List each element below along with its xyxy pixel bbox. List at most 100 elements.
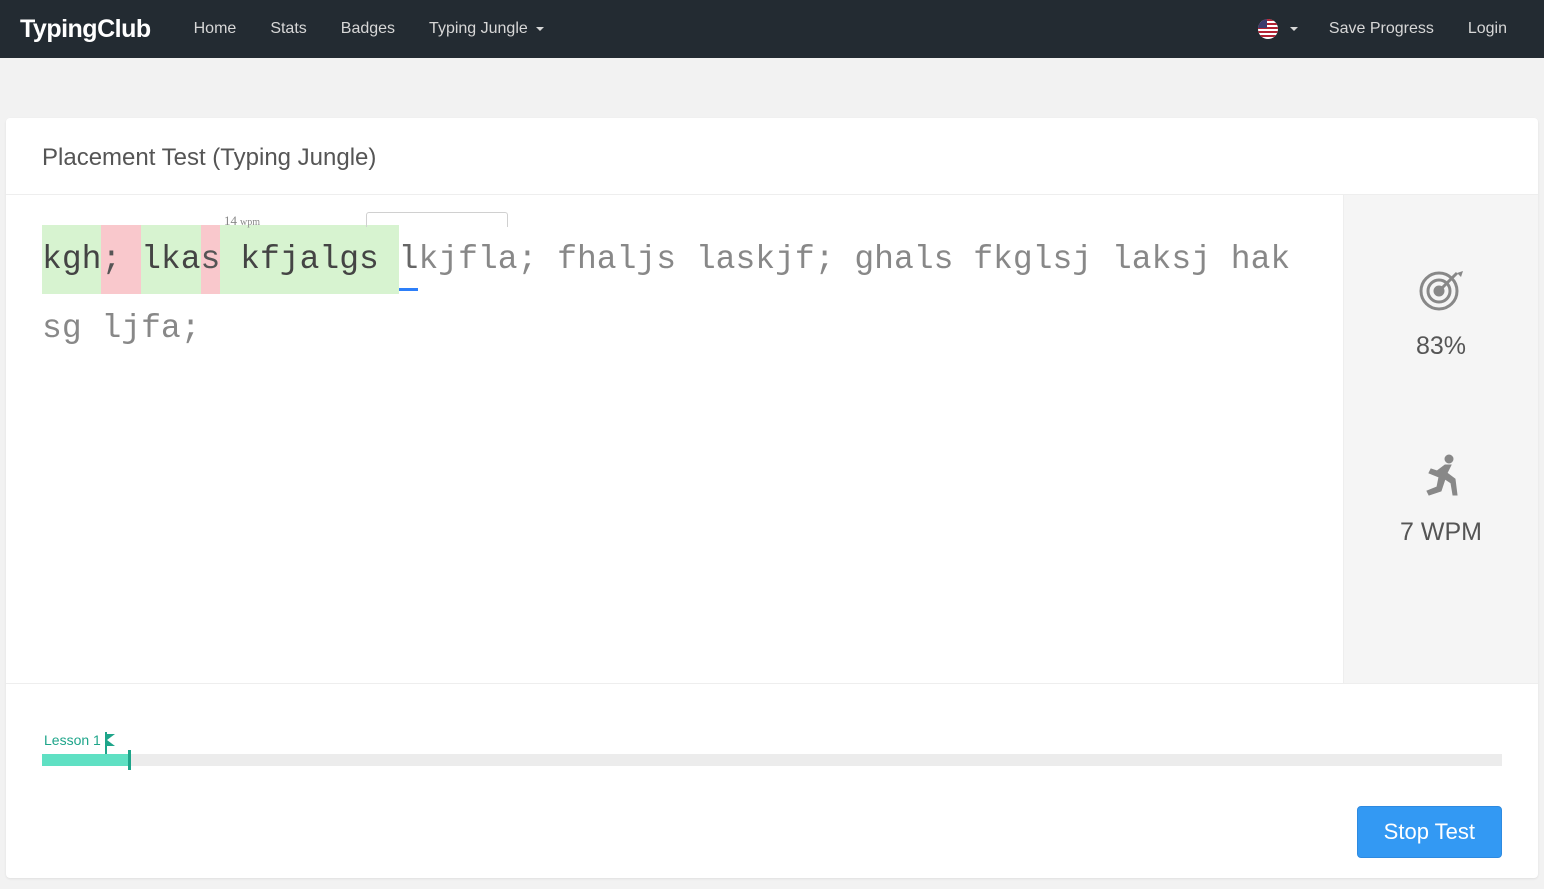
char: f bbox=[557, 225, 577, 294]
wpm-label: wpm bbox=[240, 212, 260, 233]
char: s bbox=[934, 225, 954, 294]
footer-actions: Stop Test bbox=[6, 776, 1538, 878]
char: l bbox=[914, 225, 934, 294]
accuracy-stat: 83% bbox=[1416, 265, 1466, 361]
char bbox=[1211, 225, 1231, 294]
page-title: Placement Test (Typing Jungle) bbox=[6, 118, 1538, 194]
char: g bbox=[854, 225, 874, 294]
char: j bbox=[1191, 225, 1211, 294]
char: j bbox=[121, 294, 141, 363]
progress-section: Lesson 1 bbox=[6, 684, 1538, 776]
char: s bbox=[42, 294, 62, 363]
char: ; bbox=[815, 225, 835, 294]
nav-stats[interactable]: Stats bbox=[253, 2, 323, 56]
char: k bbox=[240, 225, 260, 294]
card-body: 14 wpm kgh; lkas kfjalgs lkjfla; fhaljs … bbox=[6, 194, 1538, 684]
nav-typing-jungle-dropdown[interactable]: Typing Jungle bbox=[412, 2, 561, 56]
char bbox=[835, 225, 855, 294]
speed-value: 7 WPM bbox=[1400, 518, 1482, 547]
char: l bbox=[141, 225, 161, 294]
navbar: TypingClub Home Stats Badges Typing Jung… bbox=[0, 0, 1544, 58]
char: a bbox=[597, 225, 617, 294]
char: l bbox=[696, 225, 716, 294]
chevron-down-icon bbox=[1290, 27, 1298, 31]
char: a bbox=[161, 294, 181, 363]
char: a bbox=[498, 225, 518, 294]
char bbox=[537, 225, 557, 294]
language-selector[interactable] bbox=[1244, 1, 1312, 57]
char bbox=[220, 225, 240, 294]
char: f bbox=[973, 225, 993, 294]
char: s bbox=[656, 225, 676, 294]
cursor-char: l bbox=[399, 225, 419, 294]
progress-bar[interactable] bbox=[42, 754, 1502, 766]
char: k bbox=[418, 225, 438, 294]
char: a bbox=[1132, 225, 1152, 294]
char: j bbox=[438, 225, 458, 294]
char: ; bbox=[101, 225, 121, 294]
char: g bbox=[1013, 225, 1033, 294]
char: k bbox=[1270, 225, 1290, 294]
char: l bbox=[1112, 225, 1132, 294]
char bbox=[121, 225, 141, 294]
char: j bbox=[636, 225, 656, 294]
runner-icon bbox=[1417, 451, 1465, 504]
char: l bbox=[478, 225, 498, 294]
char bbox=[1092, 225, 1112, 294]
nav-home[interactable]: Home bbox=[177, 2, 254, 56]
char: j bbox=[280, 225, 300, 294]
char: l bbox=[617, 225, 637, 294]
char bbox=[676, 225, 696, 294]
char: k bbox=[755, 225, 775, 294]
speed-stat: 7 WPM bbox=[1400, 451, 1482, 547]
stop-test-button[interactable]: Stop Test bbox=[1357, 806, 1502, 858]
target-icon bbox=[1417, 265, 1465, 318]
char: l bbox=[101, 294, 121, 363]
nav-badges[interactable]: Badges bbox=[324, 2, 412, 56]
char: l bbox=[1033, 225, 1053, 294]
char: a bbox=[894, 225, 914, 294]
char: h bbox=[82, 225, 102, 294]
char bbox=[82, 294, 102, 363]
stats-sidebar: 83% 7 WPM bbox=[1343, 195, 1538, 684]
char: j bbox=[1072, 225, 1092, 294]
typing-area[interactable]: 14 wpm kgh; lkas kfjalgs lkjfla; fhaljs … bbox=[6, 195, 1343, 684]
accuracy-value: 83% bbox=[1416, 332, 1466, 361]
us-flag-icon bbox=[1258, 19, 1278, 39]
nav-right: Save Progress Login bbox=[1244, 1, 1524, 57]
char: a bbox=[716, 225, 736, 294]
chevron-down-icon bbox=[536, 27, 544, 31]
char: g bbox=[62, 225, 82, 294]
progress-fill bbox=[42, 754, 130, 766]
nav-save-progress[interactable]: Save Progress bbox=[1312, 2, 1451, 56]
char: g bbox=[62, 294, 82, 363]
char: s bbox=[1171, 225, 1191, 294]
char: ; bbox=[181, 294, 201, 363]
char: k bbox=[42, 225, 62, 294]
nav-login[interactable]: Login bbox=[1451, 2, 1524, 56]
progress-lesson-text: Lesson 1 bbox=[44, 732, 101, 748]
wpm-indicator: 14 wpm bbox=[224, 207, 260, 234]
char: f bbox=[458, 225, 478, 294]
char: s bbox=[201, 225, 221, 294]
char: s bbox=[359, 225, 379, 294]
progress-label: Lesson 1 bbox=[44, 732, 115, 748]
char: a bbox=[181, 225, 201, 294]
char bbox=[953, 225, 973, 294]
char: k bbox=[993, 225, 1013, 294]
flag-icon bbox=[107, 734, 115, 746]
brand-logo[interactable]: TypingClub bbox=[20, 15, 151, 44]
char: l bbox=[319, 225, 339, 294]
char: k bbox=[161, 225, 181, 294]
char: f bbox=[260, 225, 280, 294]
char: h bbox=[577, 225, 597, 294]
main-card: Placement Test (Typing Jungle) 14 wpm kg… bbox=[6, 118, 1538, 878]
char: f bbox=[795, 225, 815, 294]
char: f bbox=[141, 294, 161, 363]
char: h bbox=[874, 225, 894, 294]
nav-typing-jungle-label: Typing Jungle bbox=[429, 20, 528, 38]
nav-links: Home Stats Badges Typing Jungle bbox=[177, 2, 561, 56]
char: s bbox=[1052, 225, 1072, 294]
char: ; bbox=[518, 225, 538, 294]
char: k bbox=[1152, 225, 1172, 294]
